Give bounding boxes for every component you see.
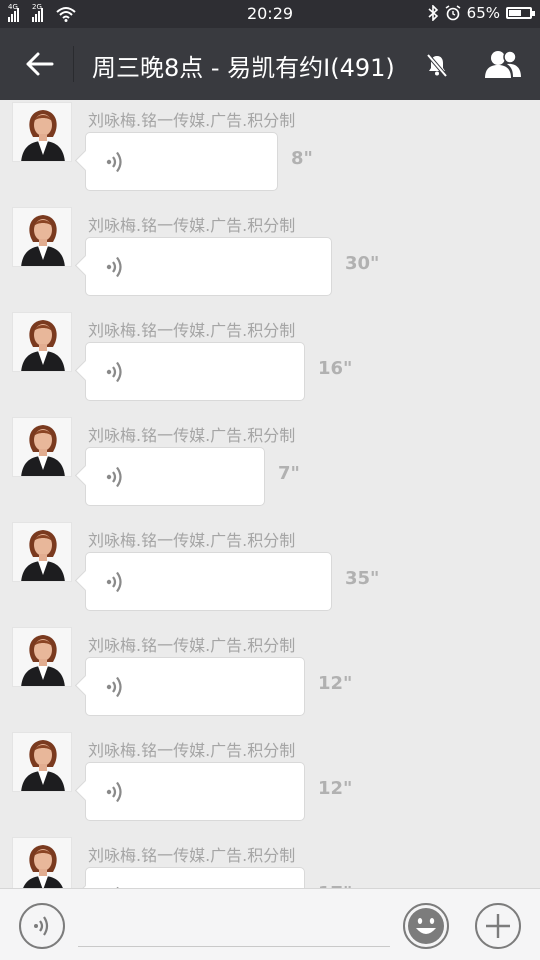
avatar[interactable] (12, 837, 72, 888)
avatar-photo (13, 103, 71, 161)
sender-name: 刘咏梅.铭一传媒.广告.积分制 (88, 426, 296, 445)
avatar[interactable] (12, 627, 72, 687)
input-bar (0, 888, 540, 960)
bell-muted-icon (426, 53, 448, 78)
sender-name: 刘咏梅.铭一传媒.广告.积分制 (88, 636, 296, 655)
avatar[interactable] (12, 102, 72, 162)
voice-message: 刘咏梅.铭一传媒.广告.积分制17" (0, 837, 540, 888)
voice-bubble[interactable] (85, 447, 265, 506)
avatar[interactable] (12, 732, 72, 792)
sender-name: 刘咏梅.铭一传媒.广告.积分制 (88, 321, 296, 340)
chat-header: 周三晚8点 - 易凯有约I(491) (0, 28, 540, 100)
voice-bubble[interactable] (85, 132, 278, 191)
sender-name: 刘咏梅.铭一传媒.广告.积分制 (88, 741, 296, 760)
status-right: 65% (427, 4, 535, 22)
voice-message: 刘咏梅.铭一传媒.广告.积分制 35" (0, 522, 540, 627)
voice-message: 刘咏梅.铭一传媒.广告.积分制 12" (0, 627, 540, 732)
voice-wave-icon (106, 676, 122, 698)
avatar-photo (13, 523, 71, 581)
bluetooth-icon (428, 5, 438, 21)
voice-wave-icon (106, 361, 122, 383)
emoji-icon[interactable] (402, 902, 450, 950)
sender-name: 刘咏梅.铭一传媒.广告.积分制 (88, 111, 296, 130)
sender-name: 刘咏梅.铭一传媒.广告.积分制 (88, 531, 296, 550)
voice-wave-icon (106, 466, 122, 488)
avatar-photo (13, 733, 71, 791)
avatar-photo (13, 208, 71, 266)
battery-icon (506, 7, 535, 19)
avatar-photo (13, 418, 71, 476)
group-members-icon[interactable] (482, 48, 524, 82)
alarm-icon (445, 5, 461, 21)
voice-wave-icon (106, 571, 122, 593)
voice-duration: 7" (278, 463, 300, 484)
voice-bubble[interactable] (85, 762, 305, 821)
voice-bubble[interactable] (85, 342, 305, 401)
status-bar: 4G 2G 20:29 65% (0, 0, 540, 28)
avatar[interactable] (12, 207, 72, 267)
header-divider (73, 46, 74, 82)
voice-wave-icon (106, 781, 122, 803)
voice-duration: 12" (318, 673, 353, 694)
voice-duration: 8" (291, 148, 313, 169)
chat-title: 周三晚8点 - 易凯有约I(491) (92, 54, 395, 82)
battery-percent: 65% (466, 4, 500, 22)
voice-wave-icon (106, 151, 122, 173)
message-list[interactable]: 刘咏梅.铭一传媒.广告.积分制 8" 刘咏梅.铭一传媒.广告.积分制 30" 刘咏梅.铭… (0, 100, 540, 888)
voice-duration: 30" (345, 253, 380, 274)
voice-duration: 16" (318, 358, 353, 379)
avatar[interactable] (12, 522, 72, 582)
plus-icon[interactable] (474, 902, 522, 950)
voice-wave-icon (106, 256, 122, 278)
voice-message: 刘咏梅.铭一传媒.广告.积分制 12" (0, 732, 540, 837)
avatar-photo (13, 838, 71, 888)
voice-bubble[interactable] (85, 657, 305, 716)
voice-message: 刘咏梅.铭一传媒.广告.积分制 8" (0, 102, 540, 207)
voice-input-icon[interactable] (18, 902, 66, 950)
back-arrow-icon[interactable] (18, 46, 58, 82)
voice-bubble[interactable] (85, 867, 305, 888)
voice-message: 刘咏梅.铭一传媒.广告.积分制 16" (0, 312, 540, 417)
sender-name: 刘咏梅.铭一传媒.广告.积分制 (88, 216, 296, 235)
voice-message: 刘咏梅.铭一传媒.广告.积分制 30" (0, 207, 540, 312)
avatar[interactable] (12, 417, 72, 477)
sender-name: 刘咏梅.铭一传媒.广告.积分制 (88, 846, 296, 865)
voice-duration: 12" (318, 778, 353, 799)
avatar-photo (13, 313, 71, 371)
voice-bubble[interactable] (85, 552, 332, 611)
avatar[interactable] (12, 312, 72, 372)
voice-bubble[interactable] (85, 237, 332, 296)
message-input[interactable] (78, 905, 390, 947)
voice-message: 刘咏梅.铭一传媒.广告.积分制 7" (0, 417, 540, 522)
avatar-photo (13, 628, 71, 686)
voice-duration: 35" (345, 568, 380, 589)
